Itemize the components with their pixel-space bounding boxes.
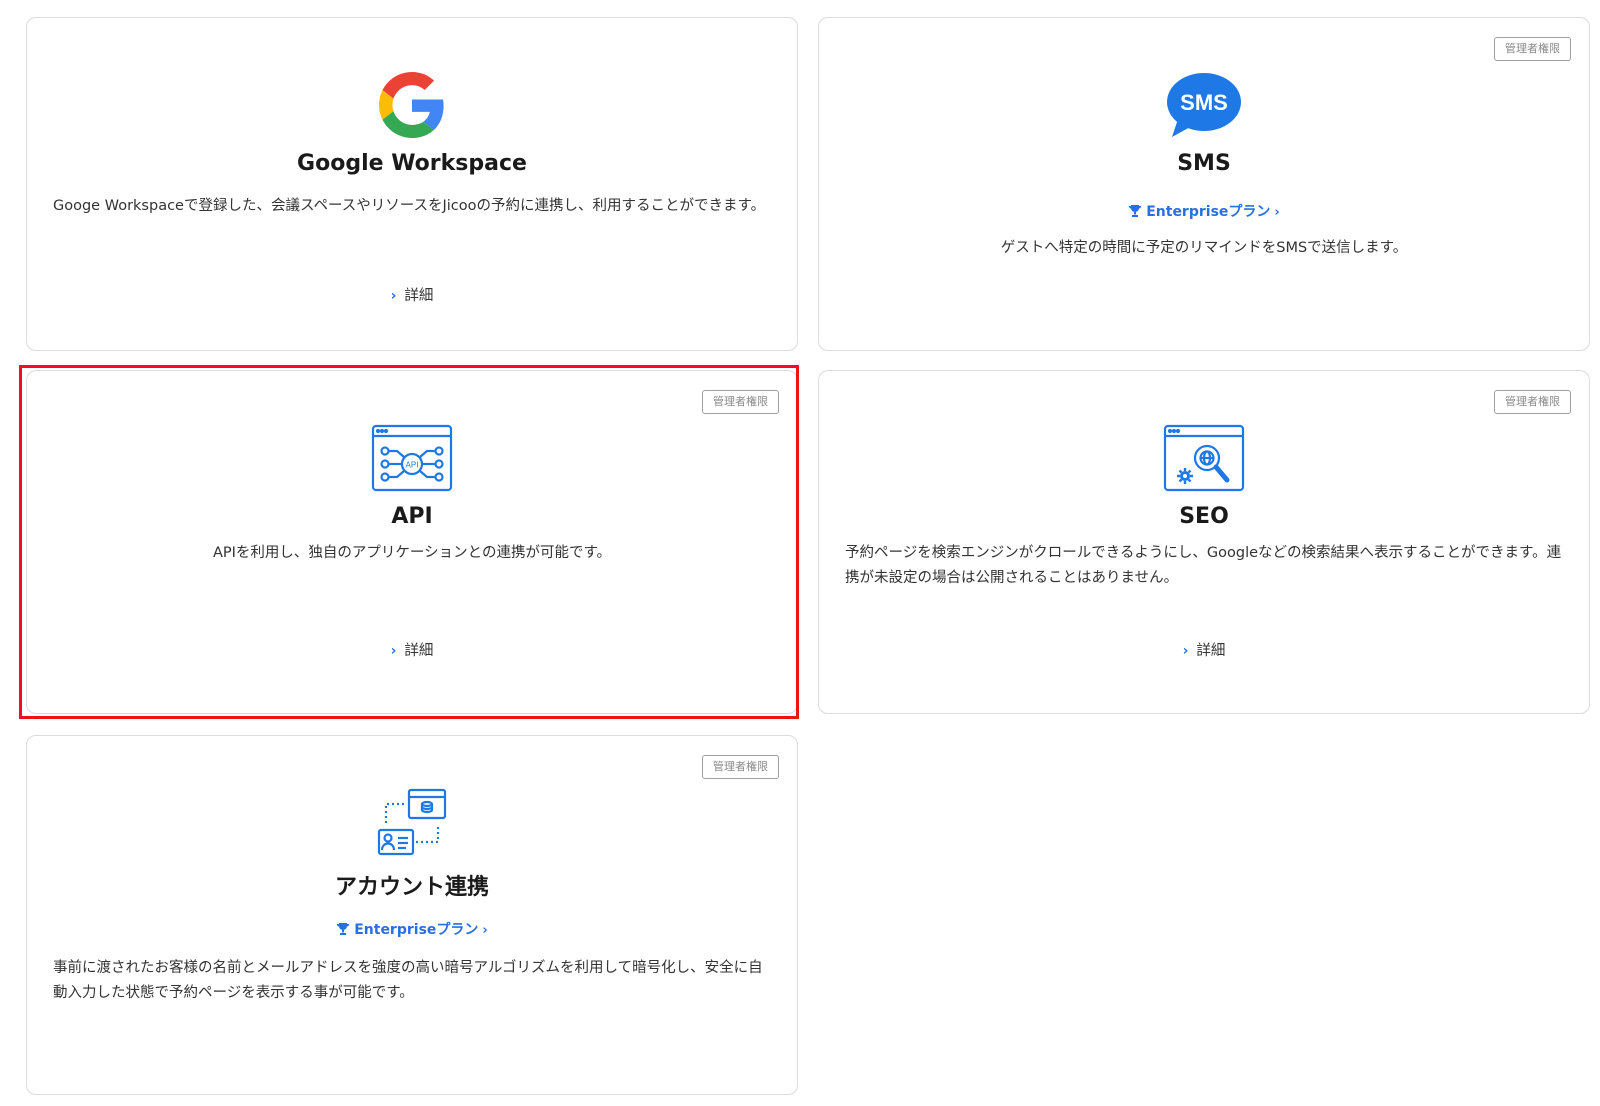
card-title: SMS [1177, 151, 1231, 176]
detail-label: 詳細 [1196, 643, 1226, 659]
account-link-icon [370, 788, 454, 858]
card-description: ゲストへ特定の時間に予定のリマインドをSMSで送信します。 [1000, 240, 1408, 256]
api-card[interactable]: 管理者権限 API API APIを利用し、独自のアプリケーションとの連携が可能… [26, 370, 798, 714]
admin-permission-badge: 管理者権限 [702, 390, 779, 414]
card-description: Googe Workspaceで登録した、会議スペースやリソースをJicooの予… [53, 198, 766, 214]
admin-permission-badge: 管理者権限 [702, 755, 779, 779]
card-title: Google Workspace [297, 151, 527, 176]
trophy-icon [1128, 204, 1142, 222]
sms-card[interactable]: 管理者権限 SMS SMS Enterpriseプラン › ゲストへ特定の時間に予… [818, 17, 1590, 351]
enterprise-plan-link[interactable]: Enterpriseプラン › [819, 201, 1589, 222]
google-logo-icon [370, 70, 454, 140]
admin-permission-badge: 管理者権限 [1494, 37, 1571, 61]
admin-permission-badge: 管理者権限 [1494, 390, 1571, 414]
trophy-icon [336, 922, 350, 940]
card-description: APIを利用し、独自のアプリケーションとの連携が可能です。 [212, 545, 612, 561]
detail-label: 詳細 [404, 643, 434, 659]
chevron-right-icon: › [1274, 205, 1280, 220]
detail-link[interactable]: › 詳細 [819, 639, 1589, 660]
seo-card[interactable]: 管理者権限 SEO 予約ページを検索エンジンがクロールできるようにし、Googl… [818, 370, 1590, 714]
card-title: API [391, 504, 433, 529]
chevron-right-icon: › [1182, 643, 1189, 659]
detail-label: 詳細 [404, 288, 434, 304]
enterprise-plan-link[interactable]: Enterpriseプラン › [27, 919, 797, 940]
plan-label: Enterpriseプラン [354, 922, 479, 938]
api-window-icon: API [370, 423, 454, 493]
chevron-right-icon: › [482, 923, 488, 938]
chevron-right-icon: › [390, 288, 397, 304]
api-icon-text: API [406, 461, 419, 470]
detail-link[interactable]: › 詳細 [27, 639, 797, 660]
chevron-right-icon: › [390, 643, 397, 659]
card-title: アカウント連携 [334, 875, 489, 900]
card-description: 事前に渡されたお客様の名前とメールアドレスを強度の高い暗号アルゴリズムを利用して… [53, 960, 763, 1001]
detail-link[interactable]: › 詳細 [27, 284, 797, 305]
plan-label: Enterpriseプラン [1146, 204, 1271, 220]
sms-bubble-icon: SMS [1162, 70, 1246, 140]
sms-icon-text: SMS [1180, 90, 1228, 115]
account-link-card[interactable]: 管理者権限 アカウント連携 Enterpriseプラン › 事前に渡されたお客様の… [26, 735, 798, 1095]
card-description: 予約ページを検索エンジンがクロールできるようにし、Googleなどの検索結果へ表… [845, 545, 1562, 586]
google-workspace-card[interactable]: Google Workspace Googe Workspaceで登録した、会議… [26, 17, 798, 351]
card-title: SEO [1179, 504, 1229, 529]
seo-globe-search-icon [1162, 423, 1246, 493]
